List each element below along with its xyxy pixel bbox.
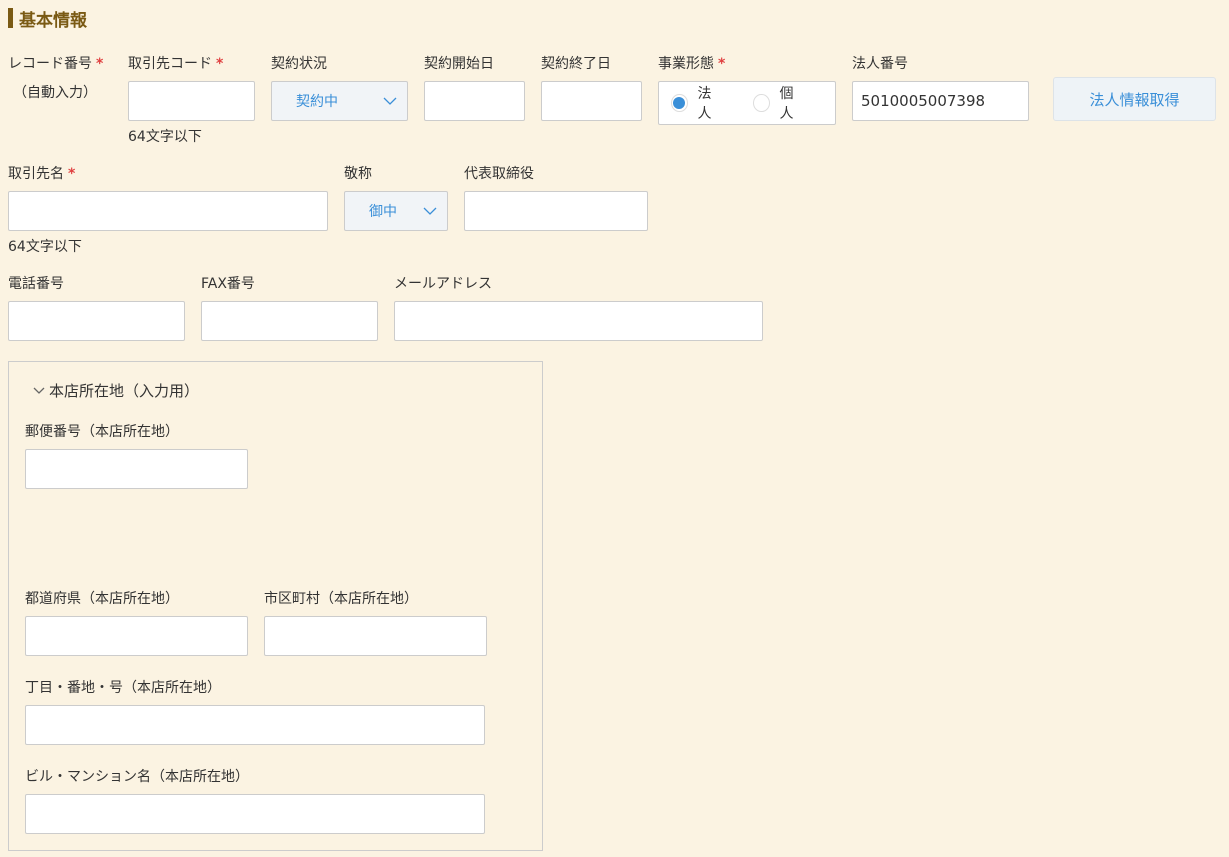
required-mark: * — [68, 166, 76, 182]
radio-individual[interactable]: 個人 — [753, 83, 805, 123]
fax-input[interactable] — [201, 301, 378, 341]
prefecture-input[interactable] — [25, 616, 248, 656]
phone-input[interactable] — [8, 301, 185, 341]
address-panel-title: 本店所在地（入力用） — [49, 382, 200, 400]
street-label: 丁目・番地・号（本店所在地） — [25, 680, 221, 696]
required-mark: * — [718, 56, 726, 72]
contract-status-select[interactable]: 契約中 — [271, 81, 408, 121]
fetch-corp-info-button[interactable]: 法人情報取得 — [1053, 77, 1216, 121]
corp-number-label: 法人番号 — [852, 56, 908, 72]
required-mark: * — [96, 56, 104, 72]
business-type-label: 事業形態 * — [658, 53, 725, 73]
city-label: 市区町村（本店所在地） — [264, 591, 418, 607]
required-mark: * — [216, 56, 224, 72]
city-input[interactable] — [264, 616, 487, 656]
contract-end-label: 契約終了日 — [541, 56, 611, 72]
honorific-selected: 御中 — [369, 204, 397, 220]
radio-checked-icon[interactable] — [671, 94, 688, 112]
client-name-label: 取引先名 * — [8, 163, 75, 183]
contract-status-selected: 契約中 — [296, 94, 338, 110]
address-panel-toggle[interactable]: 本店所在地（入力用） — [33, 380, 199, 401]
postal-input[interactable] — [25, 449, 248, 489]
business-type-label-text: 事業形態 — [658, 56, 714, 72]
phone-label: 電話番号 — [8, 276, 64, 292]
corp-number-input[interactable]: 5010005007398 — [852, 81, 1029, 121]
email-input[interactable] — [394, 301, 763, 341]
client-code-label-text: 取引先コード — [128, 56, 212, 72]
contract-start-label: 契約開始日 — [424, 56, 494, 72]
contract-start-input[interactable] — [424, 81, 525, 121]
honorific-select[interactable]: 御中 — [344, 191, 448, 231]
contract-status-label: 契約状況 — [271, 56, 327, 72]
chevron-down-icon — [423, 207, 437, 215]
representative-input[interactable] — [464, 191, 648, 231]
radio-corporation-label: 法人 — [697, 86, 712, 122]
section-title-text: 基本情報 — [19, 10, 87, 31]
client-code-note: 64文字以下 — [128, 129, 202, 145]
fax-label: FAX番号 — [201, 276, 255, 292]
street-input[interactable] — [25, 705, 485, 745]
client-code-input[interactable] — [128, 81, 255, 121]
email-label: メールアドレス — [394, 276, 492, 292]
client-name-input[interactable] — [8, 191, 328, 231]
client-name-note: 64文字以下 — [8, 239, 82, 255]
building-label: ビル・マンション名（本店所在地） — [25, 769, 249, 785]
representative-label: 代表取締役 — [464, 166, 534, 182]
building-input[interactable] — [25, 794, 485, 834]
chevron-down-icon — [383, 97, 397, 105]
radio-individual-label: 個人 — [779, 86, 794, 122]
contract-end-input[interactable] — [541, 81, 642, 121]
business-type-radio-group: 法人 個人 — [658, 81, 836, 125]
title-bar — [8, 8, 13, 28]
postal-label: 郵便番号（本店所在地） — [25, 424, 179, 440]
client-name-label-text: 取引先名 — [8, 166, 64, 182]
section-title: 基本情報 — [8, 7, 87, 31]
record-no-label-text: レコード番号 — [8, 56, 92, 72]
radio-corporation[interactable]: 法人 — [671, 83, 723, 123]
honorific-label: 敬称 — [344, 166, 372, 182]
prefecture-label: 都道府県（本店所在地） — [25, 591, 179, 607]
chevron-down-icon — [33, 387, 45, 394]
radio-unchecked-icon[interactable] — [753, 94, 770, 112]
record-no-label: レコード番号 * — [8, 53, 103, 73]
record-no-value: （自動入力） — [13, 85, 97, 101]
client-code-label: 取引先コード * — [128, 53, 223, 73]
